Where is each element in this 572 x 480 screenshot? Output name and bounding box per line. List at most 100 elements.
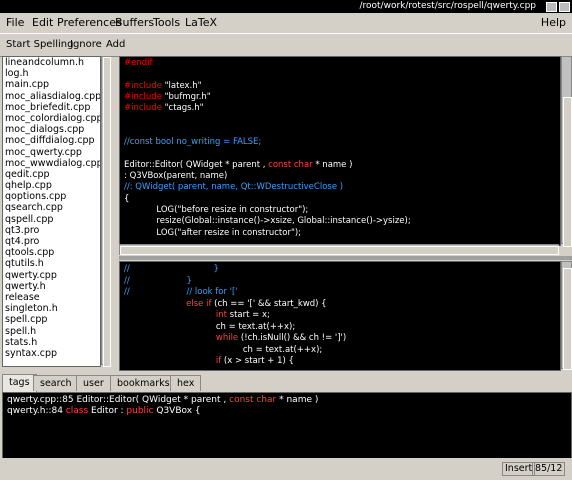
code-line: #include "latex.h"	[124, 81, 202, 92]
code-token: #include	[124, 103, 165, 114]
code-token: #include	[124, 80, 165, 91]
file-list-item[interactable]: moc_colordialog.cpp	[3, 113, 100, 124]
code-token: (!ch.isNull() && ch != ']')	[238, 333, 347, 343]
tab-search[interactable]: search	[33, 375, 79, 391]
tab-tags[interactable]: tags	[2, 374, 37, 392]
file-list-item[interactable]: release	[3, 292, 100, 303]
code-token: const char	[268, 159, 313, 170]
editor-top-scrollbar[interactable]	[561, 56, 572, 247]
file-list-item[interactable]: moc_aliasdialog.cpp	[3, 91, 100, 102]
status-bar: Insert 85/12	[0, 458, 572, 480]
output-line: qwerty.h::84 class Editor : public Q3VBo…	[7, 406, 201, 416]
code-token: (x > start + 1) {	[221, 356, 294, 366]
code-token: {	[124, 193, 130, 204]
file-list-item[interactable]: log.h	[3, 68, 100, 79]
file-list-item[interactable]: moc_qwerty.cpp	[3, 147, 100, 158]
code-line: else if (ch == '[' && start_kwd) {	[124, 299, 326, 310]
file-list-item[interactable]: lineandcolumn.h	[3, 57, 100, 68]
file-list-item[interactable]: qoptions.cpp	[3, 191, 100, 202]
split-divider[interactable]	[119, 256, 572, 260]
file-list-scroll-thumb[interactable]	[103, 57, 111, 367]
menu-buffers[interactable]: Buffers	[115, 16, 154, 29]
menu-help[interactable]: Help	[541, 16, 566, 29]
file-list-item[interactable]: qspell.cpp	[3, 214, 100, 225]
file-list-item[interactable]: moc_briefedit.cpp	[3, 102, 100, 113]
file-list-item[interactable]: qwerty.h	[3, 281, 100, 292]
add-button[interactable]: Add	[106, 39, 125, 50]
code-token: qwerty.cpp::85 Editor::Editor( QWidget *…	[7, 395, 230, 405]
status-position: 85/12	[532, 462, 566, 476]
ignore-button[interactable]: Ignore	[70, 39, 102, 50]
code-token: "bufmgr.h"	[164, 91, 211, 102]
file-list-item[interactable]: main.cpp	[3, 79, 100, 90]
file-list-item[interactable]: qedit.cpp	[3, 169, 100, 180]
tab-bookmarks[interactable]: bookmarks	[110, 375, 177, 391]
code-token: //: QWidget( parent, name, Qt::WDestruct…	[124, 182, 344, 193]
file-list[interactable]: lineandcolumn.h log.h main.cpp moc_aliasdia…	[2, 56, 101, 367]
tab-user[interactable]: user	[76, 375, 111, 391]
title-bar: /root/work/rotest/src/rospell/qwerty.cpp	[0, 0, 572, 13]
file-list-item[interactable]: qhelp.cpp	[3, 180, 100, 191]
file-list-item[interactable]: qwerty.cpp	[3, 270, 100, 281]
file-list-item[interactable]: qtools.cpp	[3, 247, 100, 258]
code-line: while (!ch.isNull() && ch != ']')	[124, 333, 346, 344]
editor-horizontal-thumb[interactable]	[120, 246, 559, 255]
editor-bottom-scrollbar[interactable]	[561, 261, 572, 370]
menu-bar: File Edit Preferences Buffers Tools LaTe…	[0, 13, 572, 33]
code-line: #include "ctags.h"	[124, 103, 204, 114]
editor-top-scroll-thumb[interactable]	[563, 97, 572, 247]
code-line: if (x > start + 1) {	[124, 356, 294, 367]
main-area: lineandcolumn.h log.h main.cpp moc_aliasdia…	[0, 56, 572, 374]
window-title: /root/work/rotest/src/rospell/qwerty.cpp	[359, 1, 536, 11]
file-list-item[interactable]: moc_wwwdialog.cpp	[3, 158, 100, 169]
file-list-item[interactable]: qt3.pro	[3, 225, 100, 236]
code-token: const char	[229, 395, 277, 405]
file-list-item[interactable]: qtutils.h	[3, 258, 100, 269]
code-line: ch = text.at(++x);	[124, 345, 322, 356]
editor-bottom-scroll-thumb[interactable]	[563, 268, 572, 370]
code-line: // }	[124, 276, 192, 287]
tab-bar: tags search user bookmarks hex	[0, 374, 572, 392]
file-list-item[interactable]: spell.cpp	[3, 314, 100, 325]
file-list-item[interactable]: singleton.h	[3, 303, 100, 314]
close-button[interactable]	[559, 2, 570, 12]
file-list-item[interactable]: syntax.cpp	[3, 348, 100, 359]
code-token: "ctags.h"	[164, 103, 204, 114]
code-token: * name )	[276, 395, 319, 405]
file-list-item[interactable]: moc_diffdialog.cpp	[3, 135, 100, 146]
file-list-item[interactable]: qt4.pro	[3, 236, 100, 247]
menu-tools[interactable]: Tools	[153, 16, 180, 29]
file-list-scrollbar[interactable]	[101, 56, 111, 367]
tags-output-pane[interactable]: qwerty.cpp::85 Editor::Editor( QWidget *…	[2, 392, 572, 460]
code-token: #include	[124, 91, 165, 102]
code-token: public	[126, 406, 154, 416]
code-line: // }	[124, 264, 219, 275]
editor-horizontal-scrollbar[interactable]	[119, 244, 559, 255]
file-list-item[interactable]: qsearch.cpp	[3, 202, 100, 213]
tab-hex[interactable]: hex	[170, 375, 202, 391]
code-token: Q3VBox {	[153, 406, 201, 416]
code-line: #endif	[124, 58, 153, 69]
code-token: //const bool no_writing = FALSE;	[124, 137, 262, 148]
code-line: #include "bufmgr.h"	[124, 92, 211, 103]
code-token: // }	[124, 275, 192, 286]
menu-file[interactable]: File	[6, 16, 24, 29]
code-token: : Q3VBox(parent, name)	[124, 171, 228, 181]
code-line: : Q3VBox(parent, name)	[124, 171, 227, 182]
code-line: resize(Global::instance()->xsize, Global…	[124, 216, 410, 227]
menu-preferences[interactable]: Preferences	[57, 16, 122, 29]
file-list-item[interactable]: moc_dialogs.cpp	[3, 124, 100, 135]
menu-edit[interactable]: Edit	[32, 16, 53, 29]
menu-latex[interactable]: LaTeX	[185, 16, 217, 29]
code-token: LOG("before resize in constructor");	[124, 204, 309, 215]
editor-bottom-pane[interactable]: // }// }// // look for '[' else if (ch =…	[119, 261, 561, 371]
code-token: ch = text.at(++x);	[124, 321, 296, 332]
file-list-item[interactable]: spell.h	[3, 326, 100, 337]
start-spelling-button[interactable]: Start Spelling	[6, 39, 73, 50]
editor-top-pane[interactable]: #endif #include "latex.h" #include "bufmgr…	[119, 56, 561, 246]
file-list-item[interactable]: stats.h	[3, 337, 100, 348]
code-token: LOG("after resize in constructor");	[124, 227, 302, 238]
maximize-button[interactable]	[546, 2, 557, 12]
